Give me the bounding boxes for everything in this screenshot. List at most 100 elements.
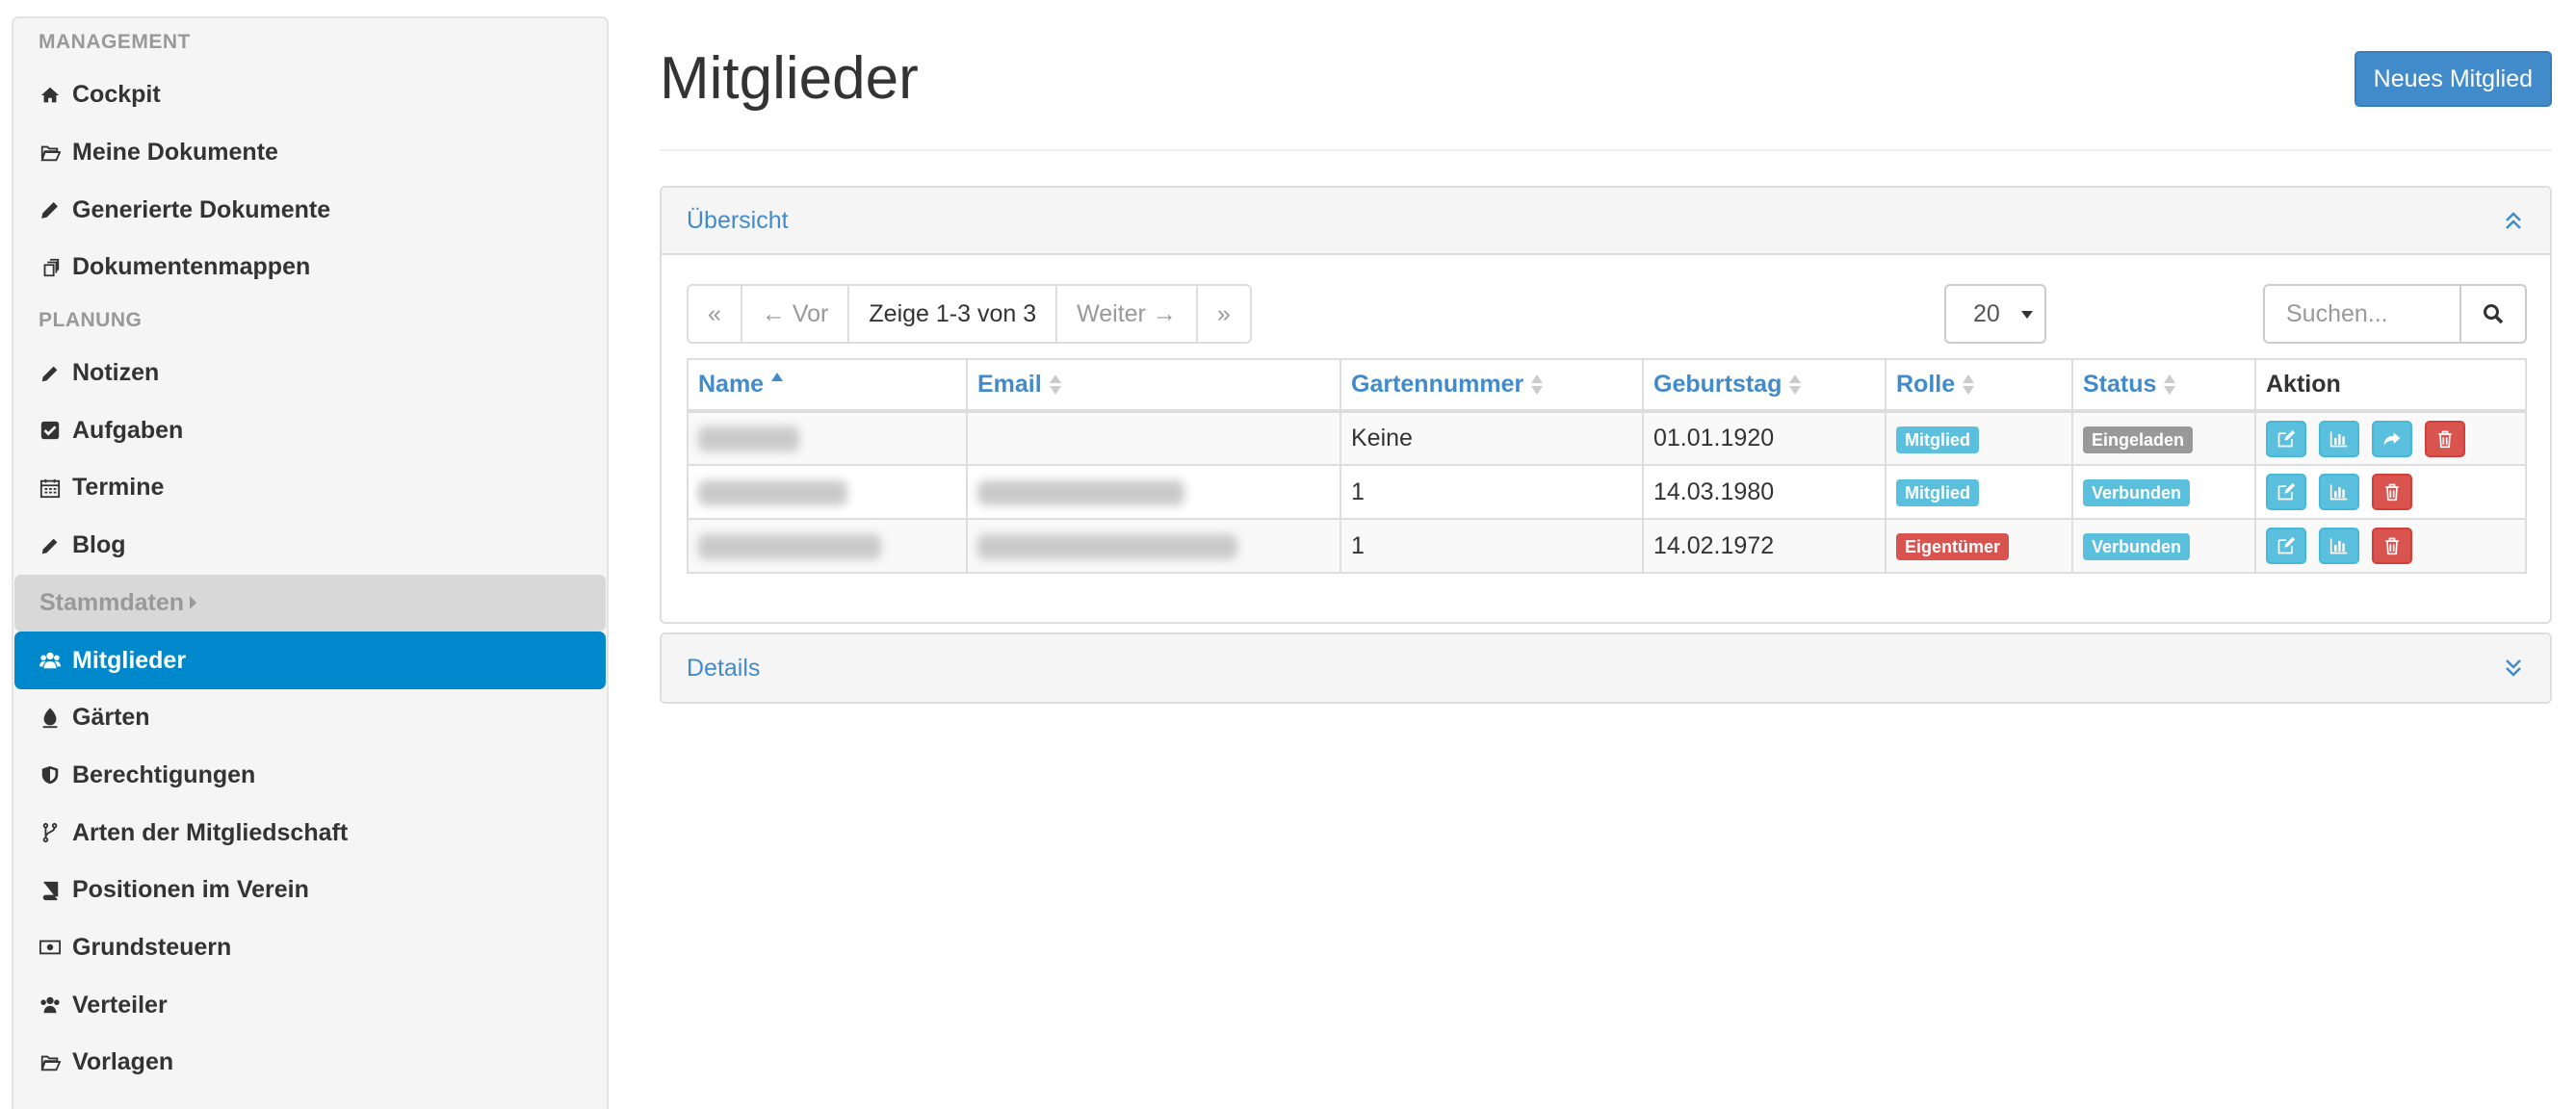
users-icon bbox=[39, 649, 66, 672]
files-stack-icon bbox=[39, 256, 66, 279]
cell-aktion bbox=[2254, 464, 2527, 520]
table-row: 1 14.03.1980 Mitglied Verbunden bbox=[687, 464, 2527, 520]
money-icon bbox=[39, 936, 66, 959]
chevron-double-down-icon[interactable] bbox=[2502, 657, 2525, 680]
column-header-status[interactable]: Status bbox=[2071, 358, 2256, 413]
status-badge: Verbunden bbox=[2083, 479, 2191, 506]
sidebar-item-label: Berechtigungen bbox=[72, 761, 256, 788]
stats-button[interactable] bbox=[2318, 474, 2359, 510]
cell-name bbox=[687, 518, 968, 574]
sidebar-item-dokumentenmappen[interactable]: Dokumentenmappen bbox=[14, 239, 606, 297]
edit-button[interactable] bbox=[2266, 528, 2306, 564]
pager-status: Zeige 1-3 von 3 bbox=[849, 286, 1058, 342]
column-label: Gartennummer bbox=[1351, 371, 1524, 398]
stats-button[interactable] bbox=[2318, 420, 2359, 457]
share-button[interactable] bbox=[2371, 420, 2412, 457]
column-header-email[interactable]: Email bbox=[966, 358, 1341, 413]
sidebar-item-label: Generierte Dokumente bbox=[72, 195, 331, 223]
search-icon bbox=[2484, 304, 2504, 324]
sidebar-item-blog[interactable]: Blog bbox=[14, 517, 606, 575]
status-badge: Verbunden bbox=[2083, 533, 2191, 560]
sort-icon bbox=[1531, 373, 1544, 398]
role-badge: Eigentümer bbox=[1896, 533, 2010, 560]
sidebar-item-generierte-dokumente[interactable]: Generierte Dokumente bbox=[14, 181, 606, 239]
redacted-text bbox=[977, 533, 1237, 559]
sidebar-item-label: Aufgaben bbox=[72, 416, 184, 444]
sidebar-item-termine[interactable]: Termine bbox=[14, 459, 606, 517]
cell-name bbox=[687, 464, 968, 520]
status-badge: Eingeladen bbox=[2083, 426, 2194, 453]
pencil-icon bbox=[39, 362, 66, 385]
column-label: Rolle bbox=[1896, 371, 1956, 398]
sidebar-item-positionen-im-verein[interactable]: Positionen im Verein bbox=[14, 862, 606, 919]
edit-icon bbox=[2277, 429, 2296, 447]
sidebar-item-meine-dokumente[interactable]: Meine Dokumente bbox=[14, 124, 606, 182]
cell-name bbox=[687, 410, 968, 466]
stats-button[interactable] bbox=[2318, 528, 2359, 564]
sort-icon bbox=[1049, 373, 1061, 398]
calendar-icon bbox=[39, 477, 66, 500]
sidebar-item-mitglieder[interactable]: Mitglieder bbox=[14, 632, 606, 689]
caret-right-icon bbox=[190, 596, 197, 610]
section-heading-planung: PLANUNG bbox=[39, 308, 143, 331]
sidebar-item-label: Meine Dokumente bbox=[72, 139, 278, 167]
column-header-name[interactable]: Name bbox=[687, 358, 968, 413]
share-icon bbox=[2383, 431, 2401, 446]
cell-aktion bbox=[2254, 518, 2527, 574]
cell-geburtstag: 01.01.1920 bbox=[1642, 410, 1886, 466]
pager-last[interactable]: » bbox=[1198, 286, 1250, 342]
sidebar-item-grundsteuern[interactable]: Grundsteuern bbox=[14, 919, 606, 977]
details-panel: Details bbox=[660, 632, 2552, 704]
leaf-icon bbox=[39, 707, 66, 730]
sidebar-item-verteiler[interactable]: Verteiler bbox=[14, 976, 606, 1034]
role-badge: Mitglied bbox=[1896, 479, 1979, 506]
search-input[interactable]: Suchen... bbox=[2263, 284, 2461, 344]
cell-aktion bbox=[2254, 410, 2527, 466]
sidebar-item-vorlagen[interactable]: Vorlagen bbox=[14, 1034, 606, 1092]
delete-button[interactable] bbox=[2371, 528, 2412, 564]
sidebar-item-label: Positionen im Verein bbox=[72, 876, 309, 904]
redacted-text bbox=[977, 479, 1184, 505]
sidebar-item-cockpit[interactable]: Cockpit bbox=[14, 66, 606, 124]
redacted-text bbox=[698, 426, 799, 452]
sidebar-item-berechtigungen[interactable]: Berechtigungen bbox=[14, 747, 606, 805]
pager-next[interactable]: Weiter → bbox=[1057, 286, 1198, 342]
pager-first[interactable]: « bbox=[689, 286, 742, 342]
details-panel-heading[interactable]: Details bbox=[662, 634, 2550, 702]
sidebar-group-stammdaten[interactable]: Stammdaten bbox=[14, 574, 606, 632]
table-row: Keine 01.01.1920 Mitglied Eingeladen bbox=[687, 410, 2527, 466]
edit-button[interactable] bbox=[2266, 474, 2306, 510]
delete-button[interactable] bbox=[2371, 474, 2412, 510]
sidebar-item-gaerten[interactable]: Gärten bbox=[14, 689, 606, 747]
bar-chart-icon bbox=[2329, 431, 2348, 447]
cell-gartennummer: 1 bbox=[1340, 464, 1644, 520]
bar-chart-icon bbox=[2329, 538, 2348, 554]
edit-button[interactable] bbox=[2266, 420, 2306, 457]
sidebar-item-arten-der-mitgliedschaft[interactable]: Arten der Mitgliedschaft bbox=[14, 804, 606, 862]
trash-icon bbox=[2385, 537, 2399, 555]
section-heading-management: MANAGEMENT bbox=[39, 31, 191, 53]
sidebar-item-aufgaben[interactable]: Aufgaben bbox=[14, 401, 606, 459]
sidebar-item-label: Dokumentenmappen bbox=[72, 253, 311, 281]
column-header-geburtstag[interactable]: Geburtstag bbox=[1642, 358, 1886, 413]
sort-icon bbox=[1963, 373, 1975, 398]
book-icon bbox=[39, 879, 66, 902]
delete-button[interactable] bbox=[2424, 420, 2465, 457]
column-header-gartennummer[interactable]: Gartennummer bbox=[1340, 358, 1644, 413]
page-title: Mitglieder bbox=[660, 45, 919, 112]
column-header-rolle[interactable]: Rolle bbox=[1885, 358, 2073, 413]
new-member-button[interactable]: Neues Mitglied bbox=[2354, 51, 2552, 107]
chevron-double-up-icon[interactable] bbox=[2502, 209, 2525, 232]
cell-geburtstag: 14.03.1980 bbox=[1642, 464, 1886, 520]
column-header-aktion: Aktion bbox=[2254, 358, 2527, 413]
column-label: Name bbox=[698, 371, 765, 398]
overview-panel-heading[interactable]: Übersicht bbox=[662, 188, 2550, 255]
sort-asc-icon bbox=[771, 373, 784, 398]
pager-prev[interactable]: ← Vor bbox=[742, 286, 850, 342]
search-button[interactable] bbox=[2461, 284, 2527, 344]
details-panel-title: Details bbox=[687, 654, 761, 682]
cell-rolle: Eigentümer bbox=[1885, 518, 2073, 574]
pencil-icon bbox=[39, 534, 66, 557]
sidebar-item-notizen[interactable]: Notizen bbox=[14, 345, 606, 402]
page-size-select[interactable]: 20 bbox=[1944, 284, 2046, 344]
